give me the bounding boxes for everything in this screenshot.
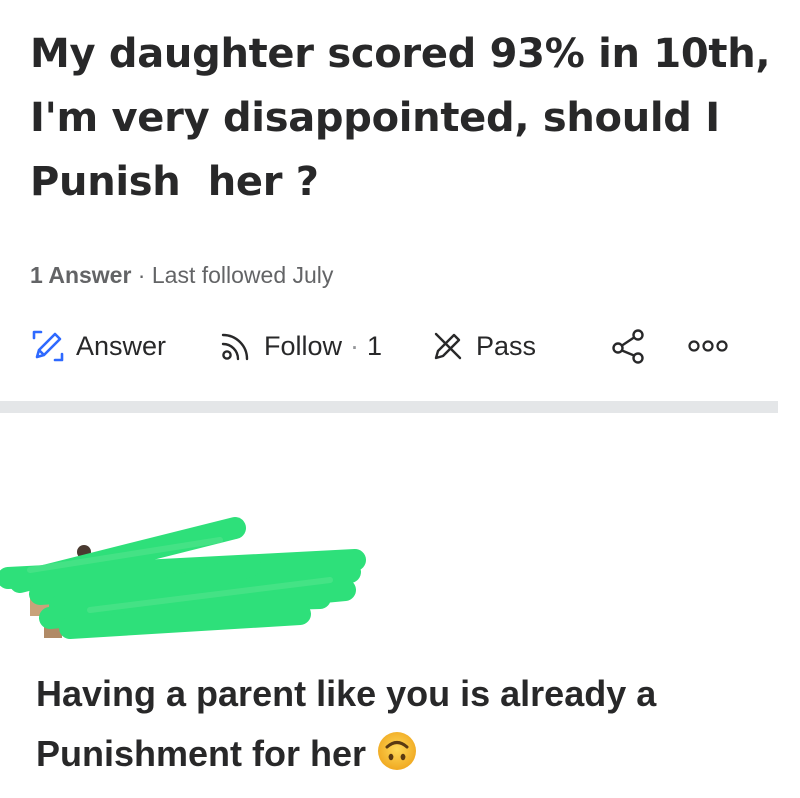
question-line: My daughter scored 93% in 10th, [30,31,771,77]
last-followed: Last followed July [151,262,334,288]
follow-separator: · [350,330,360,361]
answer-line: Having a parent like you is already a [36,673,657,714]
pencil-edit-icon [30,328,66,364]
rss-follow-icon [218,328,254,364]
follow-count: 1 [367,330,383,361]
follow-button-label: Follow [264,330,343,361]
question-title[interactable]: My daughter scored 93% in 10th, I'm very… [30,22,790,214]
question-line: Punish her ? [30,159,319,205]
answer-text: Having a parent like you is already a Pu… [36,664,786,790]
question-line: I'm very disappointed, should I [30,95,720,141]
section-divider [0,401,778,413]
pass-button-label: Pass [476,330,537,361]
pencil-crossed-icon [430,328,466,364]
follow-button[interactable]: Follow · 1 [218,322,382,370]
answer-count[interactable]: 1 Answer [30,262,131,288]
more-options-icon [686,336,730,356]
meta-separator: · [131,262,152,288]
share-icon [610,326,650,366]
share-button[interactable] [610,322,650,370]
question-action-bar: Answer Follow · 1 Pass [30,322,770,370]
answer-button-label: Answer [76,330,167,361]
answer-button[interactable]: Answer [30,322,166,370]
question-meta: 1 Answer · Last followed July [30,262,333,289]
more-options-button[interactable] [686,322,730,370]
answer-line: Punishment for her [36,733,367,774]
pass-button[interactable]: Pass [430,322,536,370]
redacted-author-info [0,510,380,650]
upside-down-face-icon [376,730,418,790]
